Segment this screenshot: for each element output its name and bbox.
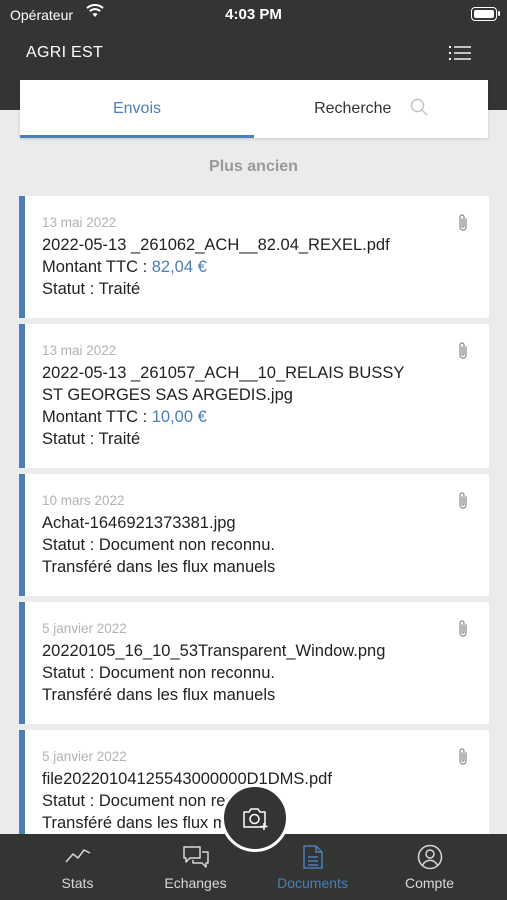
document-card[interactable]: 13 mai 2022 2022-05-13 _261057_ACH__10_R… — [19, 324, 489, 468]
attachment-icon[interactable] — [457, 747, 469, 767]
tab-compte[interactable]: Compte — [366, 834, 493, 900]
amount-label: Montant TTC : — [42, 258, 152, 276]
segment-tabs: Envois Recherche — [20, 80, 488, 138]
document-date: 13 mai 2022 — [42, 343, 117, 358]
active-tab-indicator — [20, 135, 254, 138]
document-date: 13 mai 2022 — [42, 215, 117, 230]
amount-value: 82,04 € — [151, 258, 207, 276]
attachment-icon[interactable] — [457, 213, 469, 233]
document-card[interactable]: 13 mai 2022 2022-05-13 _261062_ACH__82.0… — [19, 196, 489, 318]
document-name-continued: ST GEORGES SAS ARGEDIS.jpg — [42, 386, 293, 404]
battery-icon — [471, 7, 500, 21]
tab-recherche-label: Recherche — [314, 100, 392, 117]
section-label: Plus ancien — [209, 158, 298, 175]
document-date: 5 janvier 2022 — [42, 749, 127, 764]
attachment-icon[interactable] — [457, 619, 469, 639]
document-name: 20220105_16_10_53Transparent_Window.png — [42, 642, 386, 660]
tab-recherche[interactable]: Recherche — [254, 80, 488, 138]
search-icon — [410, 99, 428, 116]
document-date: 5 janvier 2022 — [42, 621, 127, 636]
status-bar: Opérateur 4:03 PM — [0, 0, 507, 30]
document-status: Statut : Document non reconnu. — [42, 664, 275, 682]
document-note: Transféré dans les flux manuels — [42, 558, 276, 576]
document-note: Transféré dans les flux manuels — [42, 686, 276, 704]
tab-envois[interactable]: Envois — [20, 80, 254, 138]
camera-upload-button[interactable] — [221, 784, 289, 852]
document-status: Statut : Traité — [42, 430, 141, 448]
tab-echanges-label: Echanges — [164, 875, 227, 891]
page-title: AGRI EST — [26, 44, 104, 61]
document-status: Statut : Traité — [42, 280, 141, 298]
clock: 4:03 PM — [225, 6, 282, 23]
document-name: 2022-05-13 _261057_ACH__10_RELAIS BUSSY — [42, 364, 405, 382]
document-list: 13 mai 2022 2022-05-13 _261062_ACH__82.0… — [19, 196, 489, 858]
document-amount-line: Montant TTC : 10,00 € — [42, 406, 453, 428]
document-amount-line: Montant TTC : 82,04 € — [42, 256, 453, 278]
account-icon — [417, 844, 442, 870]
document-card[interactable]: 10 mars 2022 Achat-1646921373381.jpg Sta… — [19, 474, 489, 596]
tab-documents-label: Documents — [277, 875, 348, 891]
tab-compte-label: Compte — [404, 875, 455, 891]
document-icon — [302, 845, 323, 869]
tab-stats[interactable]: Stats — [14, 834, 141, 900]
document-date: 10 mars 2022 — [42, 493, 125, 508]
document-card[interactable]: 5 janvier 2022 20220105_16_10_53Transpar… — [19, 602, 489, 724]
tab-stats-label: Stats — [61, 875, 94, 891]
stats-icon — [64, 849, 90, 863]
list-menu-icon[interactable] — [449, 44, 471, 62]
amount-value: 10,00 € — [151, 408, 207, 426]
amount-label: Montant TTC : — [42, 408, 152, 426]
attachment-icon[interactable] — [457, 491, 469, 511]
tab-envois-label: Envois — [112, 100, 162, 117]
document-name: Achat-1646921373381.jpg — [42, 514, 236, 532]
chat-icon — [182, 846, 209, 868]
document-name: 2022-05-13 _261062_ACH__82.04_REXEL.pdf — [42, 236, 390, 254]
document-status: Statut : Document non reconnu. — [42, 536, 275, 554]
camera-add-icon — [243, 808, 268, 830]
attachment-icon[interactable] — [457, 341, 469, 361]
